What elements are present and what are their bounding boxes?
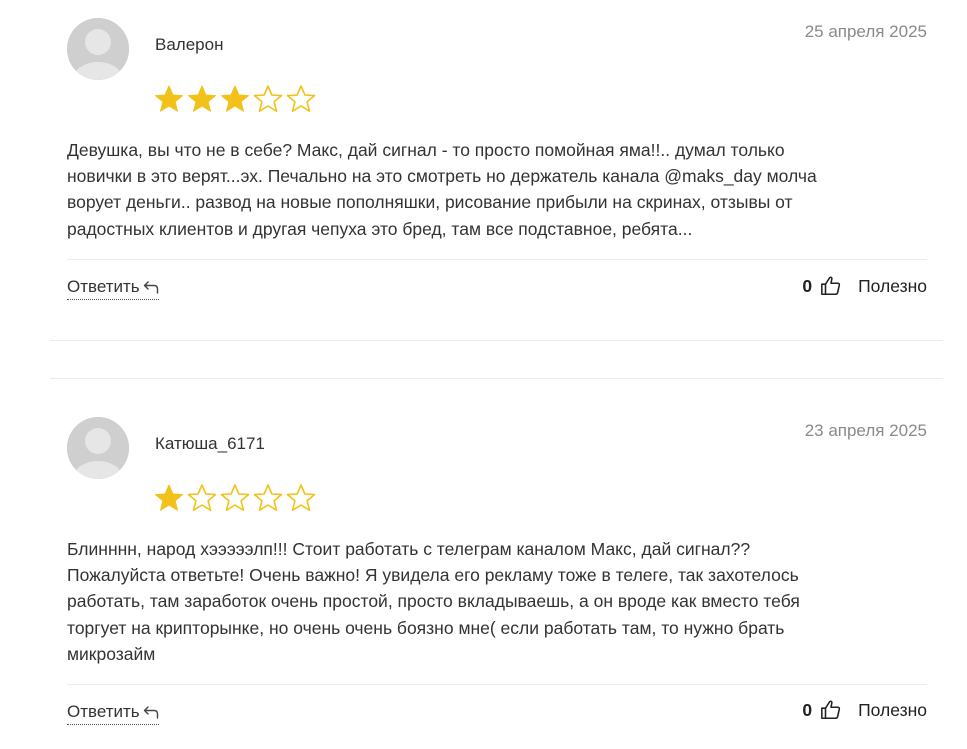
reply-arrow-icon xyxy=(143,281,158,294)
star-empty-icon xyxy=(253,484,283,511)
like-count: 0 xyxy=(802,699,813,720)
avatar xyxy=(67,417,129,479)
star-filled-icon xyxy=(155,484,183,511)
review-card: Катюша_6171 23 апреля 2025 Блинннн, наро… xyxy=(0,399,967,749)
separator xyxy=(50,340,943,341)
divider xyxy=(67,684,927,685)
reply-button[interactable]: Ответить xyxy=(67,702,159,725)
review-text-line: Блинннн, народ хэээээлп!!! Стоит работат… xyxy=(67,539,751,559)
avatar xyxy=(67,18,129,80)
thumbs-up-icon[interactable] xyxy=(820,275,842,297)
reply-arrow-icon xyxy=(143,706,158,719)
star-empty-icon xyxy=(286,484,316,511)
review-text-line: Пожалуйста ответьте! Очень важно! Я увид… xyxy=(67,565,799,586)
review-text-line: Девушка, вы что не в себе? Макс, дай сиг… xyxy=(67,140,785,160)
star-empty-icon xyxy=(220,484,250,511)
review-author[interactable]: Валерон xyxy=(155,35,223,55)
review-date: 25 апреля 2025 xyxy=(804,22,927,41)
useful-button[interactable]: Полезно xyxy=(858,700,927,721)
review-text-line: ворует деньги.. развод на новые пополняш… xyxy=(67,192,793,213)
review-text-line: радостных клиентов и другая чепуха это б… xyxy=(67,218,693,239)
likes-block: 0 Полезно xyxy=(802,275,927,297)
like-count: 0 xyxy=(802,275,813,296)
reply-label: Ответить xyxy=(67,702,140,721)
star-filled-icon xyxy=(188,85,216,112)
separator xyxy=(50,378,943,379)
star-empty-icon xyxy=(187,484,217,511)
review-text: Блинннн, народ хэээээлп!!! Стоит работат… xyxy=(67,536,917,667)
likes-block: 0 Полезно xyxy=(802,699,927,721)
star-filled-icon xyxy=(221,85,249,112)
useful-button[interactable]: Полезно xyxy=(858,276,927,297)
star-filled-icon xyxy=(155,85,183,112)
star-empty-icon xyxy=(253,85,283,112)
review-text-line: работать, там заработок очень простой, п… xyxy=(67,591,800,612)
review-date: 23 апреля 2025 xyxy=(804,421,927,440)
divider xyxy=(67,259,927,260)
review-text: Девушка, вы что не в себе? Макс, дай сиг… xyxy=(67,137,917,242)
star-empty-icon xyxy=(286,85,316,112)
rating-stars xyxy=(153,84,317,114)
reply-label: Ответить xyxy=(67,277,140,296)
review-card: Валерон 25 апреля 2025 Девушка, вы что н… xyxy=(0,0,967,340)
review-text-line: микрозайм xyxy=(67,643,156,664)
rating-stars xyxy=(153,483,317,513)
review-text-line: торгует на крипторынке, но очень очень б… xyxy=(67,617,785,638)
reply-button[interactable]: Ответить xyxy=(67,277,159,300)
review-author[interactable]: Катюша_6171 xyxy=(155,434,265,454)
review-text-line: новички в это верят...эх. Печально на эт… xyxy=(67,166,817,187)
thumbs-up-icon[interactable] xyxy=(820,699,842,721)
